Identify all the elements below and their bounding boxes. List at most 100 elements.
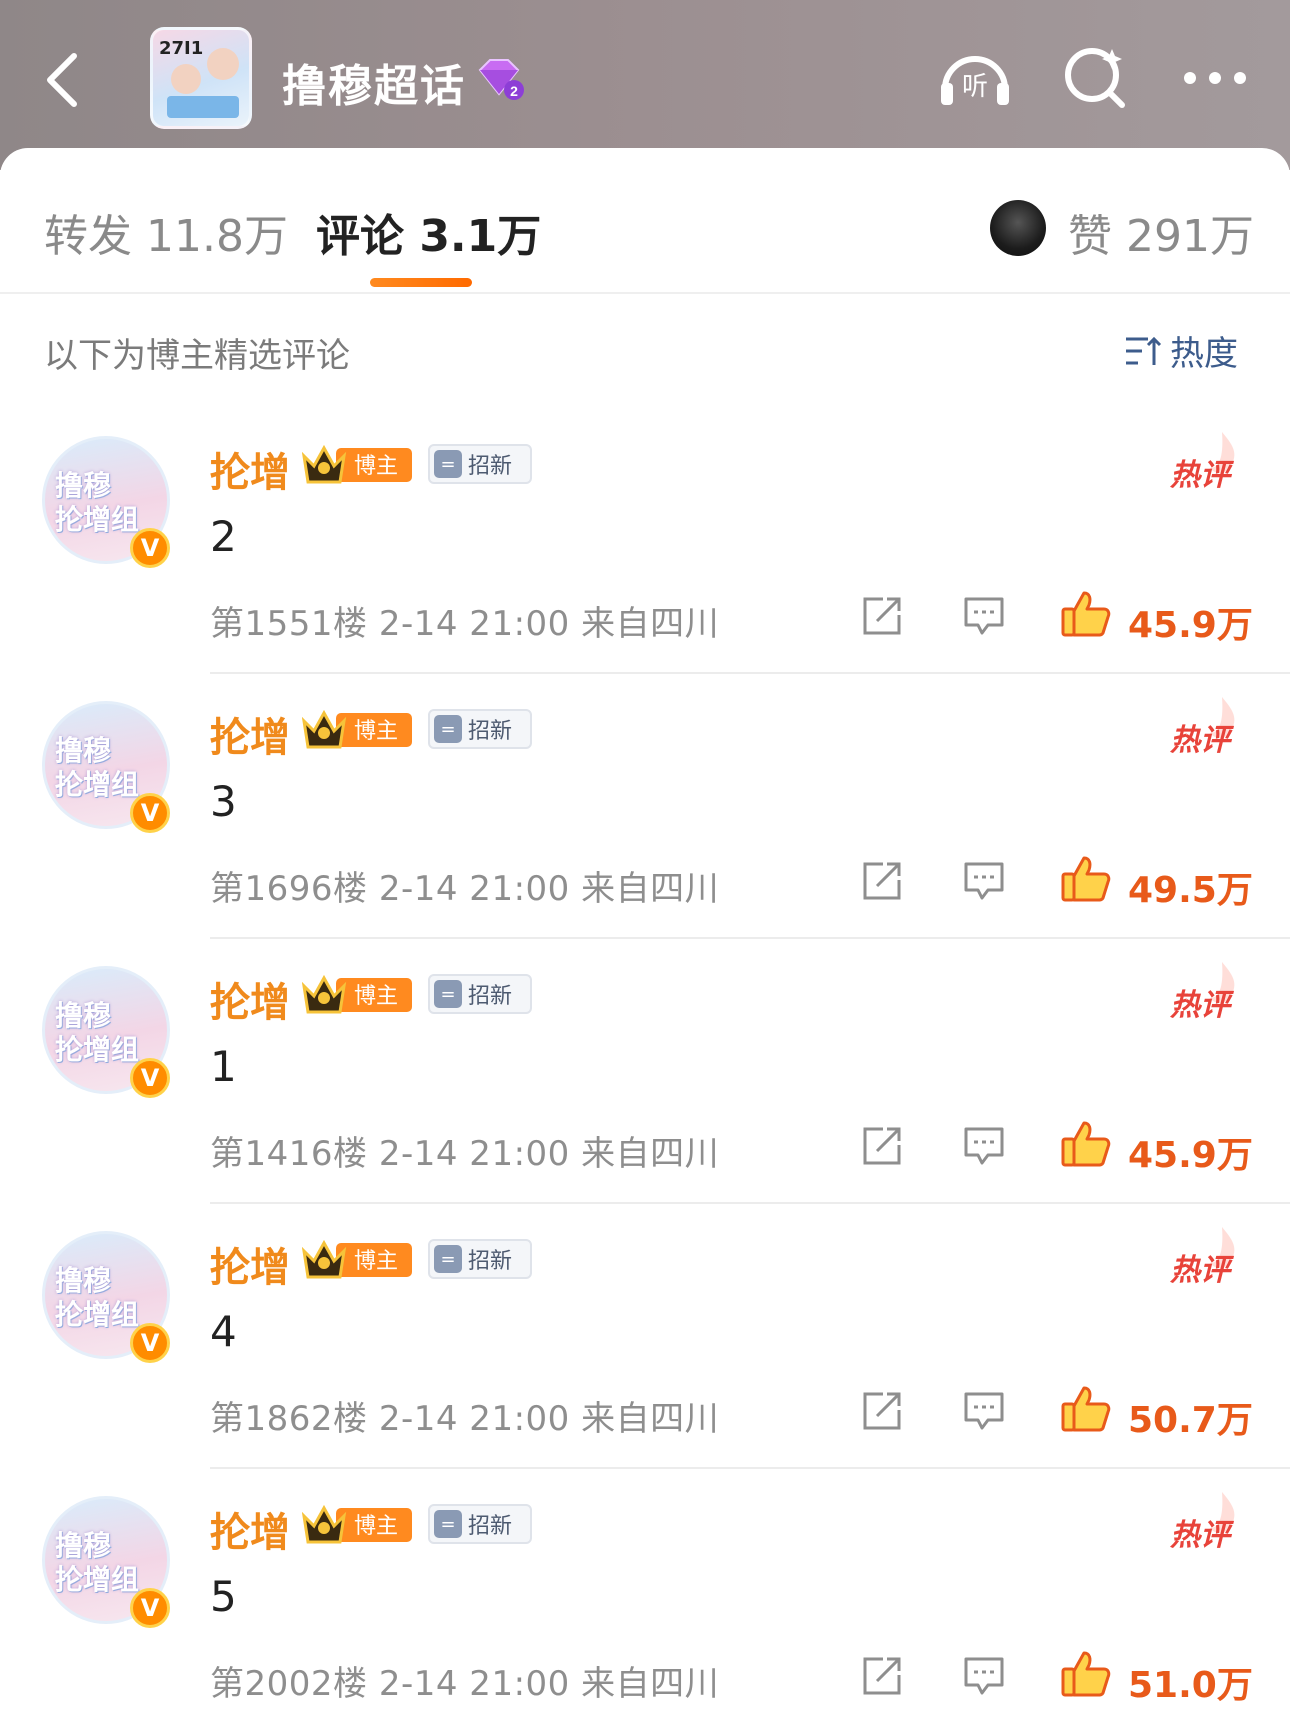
recruit-tag-text: 招新 — [468, 984, 513, 1009]
blogger-crown-badge: 博主 — [301, 972, 414, 1016]
share-icon[interactable] — [858, 1122, 906, 1170]
level-number: 2 — [510, 83, 518, 99]
share-icon[interactable] — [858, 592, 906, 640]
hot-comment-label: 热评 — [1170, 458, 1230, 493]
avatar-text-line1: 撸穆 — [55, 1264, 112, 1297]
thumbs-up-icon[interactable] — [1060, 1648, 1112, 1700]
hot-comment-label: 热评 — [1170, 723, 1230, 758]
comment-text: 5 — [210, 1572, 237, 1621]
more-options-icon[interactable] — [1170, 38, 1260, 118]
reply-icon[interactable] — [960, 1652, 1008, 1700]
recruit-tag[interactable]: = 招新 — [428, 1239, 532, 1279]
commenter-name[interactable]: 抡增 — [210, 1500, 290, 1558]
hot-comment-label: 热评 — [1170, 1518, 1230, 1553]
crown-badge-text: 博主 — [354, 1514, 398, 1539]
topic-thumbnail[interactable]: 27I1 — [150, 27, 252, 129]
recruit-tag-icon: = — [434, 715, 462, 743]
comment-item: 撸穆 抡增组 V 抡增 博主 = 招新 热评 2 第1551楼 2-14 21:0… — [0, 410, 1290, 675]
like-count[interactable]: 50.7万 — [1128, 1391, 1253, 1443]
comments-panel: 转发 11.8万 评论 3.1万 赞 291万 以下为博主精选评论 热度 撸穆抡… — [0, 148, 1290, 1720]
verified-icon: V — [130, 1323, 170, 1363]
search-icon[interactable] — [1050, 38, 1140, 118]
diamond-level-icon: 2 — [474, 56, 524, 102]
sort-icon — [1126, 336, 1162, 365]
comment-meta: 第1862楼 2-14 21:00 来自四川 — [210, 1399, 720, 1439]
comment-item: 撸穆 抡增组 V 抡增 博主 = 招新 热评 1 第1416楼 2-14 21:0… — [0, 940, 1290, 1205]
thumbs-up-icon[interactable] — [1060, 1383, 1112, 1435]
sort-label: 热度 — [1170, 334, 1238, 374]
recruit-tag-icon: = — [434, 450, 462, 478]
top-bar: 27I1 撸穆超话 2 听 — [0, 0, 1290, 170]
topic-title[interactable]: 撸穆超话 — [282, 50, 466, 114]
comment-meta: 第1551楼 2-14 21:00 来自四川 — [210, 604, 720, 644]
hot-comment-label: 热评 — [1170, 1253, 1230, 1288]
avatar-text-line2: 抡增组 — [55, 503, 140, 536]
comment-meta: 第2002楼 2-14 21:00 来自四川 — [210, 1664, 720, 1704]
recruit-tag-text: 招新 — [468, 719, 513, 744]
tab-bar: 转发 11.8万 评论 3.1万 赞 291万 — [0, 148, 1290, 294]
tab-repost[interactable]: 转发 11.8万 — [44, 200, 288, 264]
recruit-tag-icon: = — [434, 1510, 462, 1538]
recruit-tag-text: 招新 — [468, 1514, 513, 1539]
recruit-tag[interactable]: = 招新 — [428, 709, 532, 749]
recruit-tag-icon: = — [434, 1245, 462, 1273]
reply-icon[interactable] — [960, 857, 1008, 905]
share-icon[interactable] — [858, 1652, 906, 1700]
commenter-name[interactable]: 抡增 — [210, 1235, 290, 1293]
comment-text: 3 — [210, 777, 237, 826]
recruit-tag[interactable]: = 招新 — [428, 974, 532, 1014]
blogger-crown-badge: 博主 — [301, 1502, 414, 1546]
svg-text:听: 听 — [962, 72, 988, 102]
avatar-text-line2: 抡增组 — [55, 1298, 140, 1331]
crown-badge-text: 博主 — [354, 719, 398, 744]
avatar-text-line2: 抡增组 — [55, 768, 140, 801]
tab-likes[interactable]: 赞 291万 — [1068, 200, 1254, 264]
avatar-text-line1: 撸穆 — [55, 469, 112, 502]
blogger-crown-badge: 博主 — [301, 1237, 414, 1281]
comment-divider — [210, 937, 1290, 939]
like-count[interactable]: 45.9万 — [1128, 596, 1253, 648]
like-count[interactable]: 51.0万 — [1128, 1656, 1253, 1708]
comment-divider — [210, 672, 1290, 674]
commenter-name[interactable]: 抡增 — [210, 970, 290, 1028]
listen-icon[interactable]: 听 — [930, 38, 1020, 118]
comment-text: 4 — [210, 1307, 237, 1356]
avatar-text-line2: 抡增组 — [55, 1033, 140, 1066]
thumbs-up-icon[interactable] — [1060, 588, 1112, 640]
recruit-tag-icon: = — [434, 980, 462, 1008]
section-label: 以下为博主精选评论 — [44, 336, 350, 376]
like-count[interactable]: 49.5万 — [1128, 861, 1253, 913]
reply-icon[interactable] — [960, 592, 1008, 640]
crown-badge-text: 博主 — [354, 1249, 398, 1274]
like-count[interactable]: 45.9万 — [1128, 1126, 1253, 1178]
recruit-tag[interactable]: = 招新 — [428, 444, 532, 484]
comment-item: 撸穆 抡增组 V 抡增 博主 = 招新 热评 4 第1862楼 2-14 21:0… — [0, 1205, 1290, 1470]
active-tab-indicator — [370, 278, 472, 287]
thumbs-up-icon[interactable] — [1060, 853, 1112, 905]
comment-text: 1 — [210, 1042, 237, 1091]
crown-badge-text: 博主 — [354, 454, 398, 479]
comment-meta: 第1696楼 2-14 21:00 来自四川 — [210, 869, 720, 909]
thumbs-up-icon[interactable] — [1060, 1118, 1112, 1170]
share-icon[interactable] — [858, 1387, 906, 1435]
reply-icon[interactable] — [960, 1387, 1008, 1435]
avatar-text-line1: 撸穆 — [55, 734, 112, 767]
verified-icon: V — [130, 528, 170, 568]
commenter-name[interactable]: 抡增 — [210, 705, 290, 763]
recruit-tag[interactable]: = 招新 — [428, 1504, 532, 1544]
commenter-name[interactable]: 抡增 — [210, 440, 290, 498]
recruit-tag-text: 招新 — [468, 454, 513, 479]
liker-avatar[interactable] — [990, 200, 1046, 256]
hot-comment-label: 热评 — [1170, 988, 1230, 1023]
tab-comment[interactable]: 评论 3.1万 — [316, 200, 541, 264]
back-arrow-icon[interactable] — [32, 40, 92, 120]
sort-toggle[interactable]: 热度 — [1124, 326, 1238, 375]
blogger-crown-badge: 博主 — [301, 442, 414, 486]
blogger-crown-badge: 博主 — [301, 707, 414, 751]
verified-icon: V — [130, 793, 170, 833]
reply-icon[interactable] — [960, 1122, 1008, 1170]
comment-divider — [210, 1467, 1290, 1469]
crown-badge-text: 博主 — [354, 984, 398, 1009]
share-icon[interactable] — [858, 857, 906, 905]
verified-icon: V — [130, 1058, 170, 1098]
